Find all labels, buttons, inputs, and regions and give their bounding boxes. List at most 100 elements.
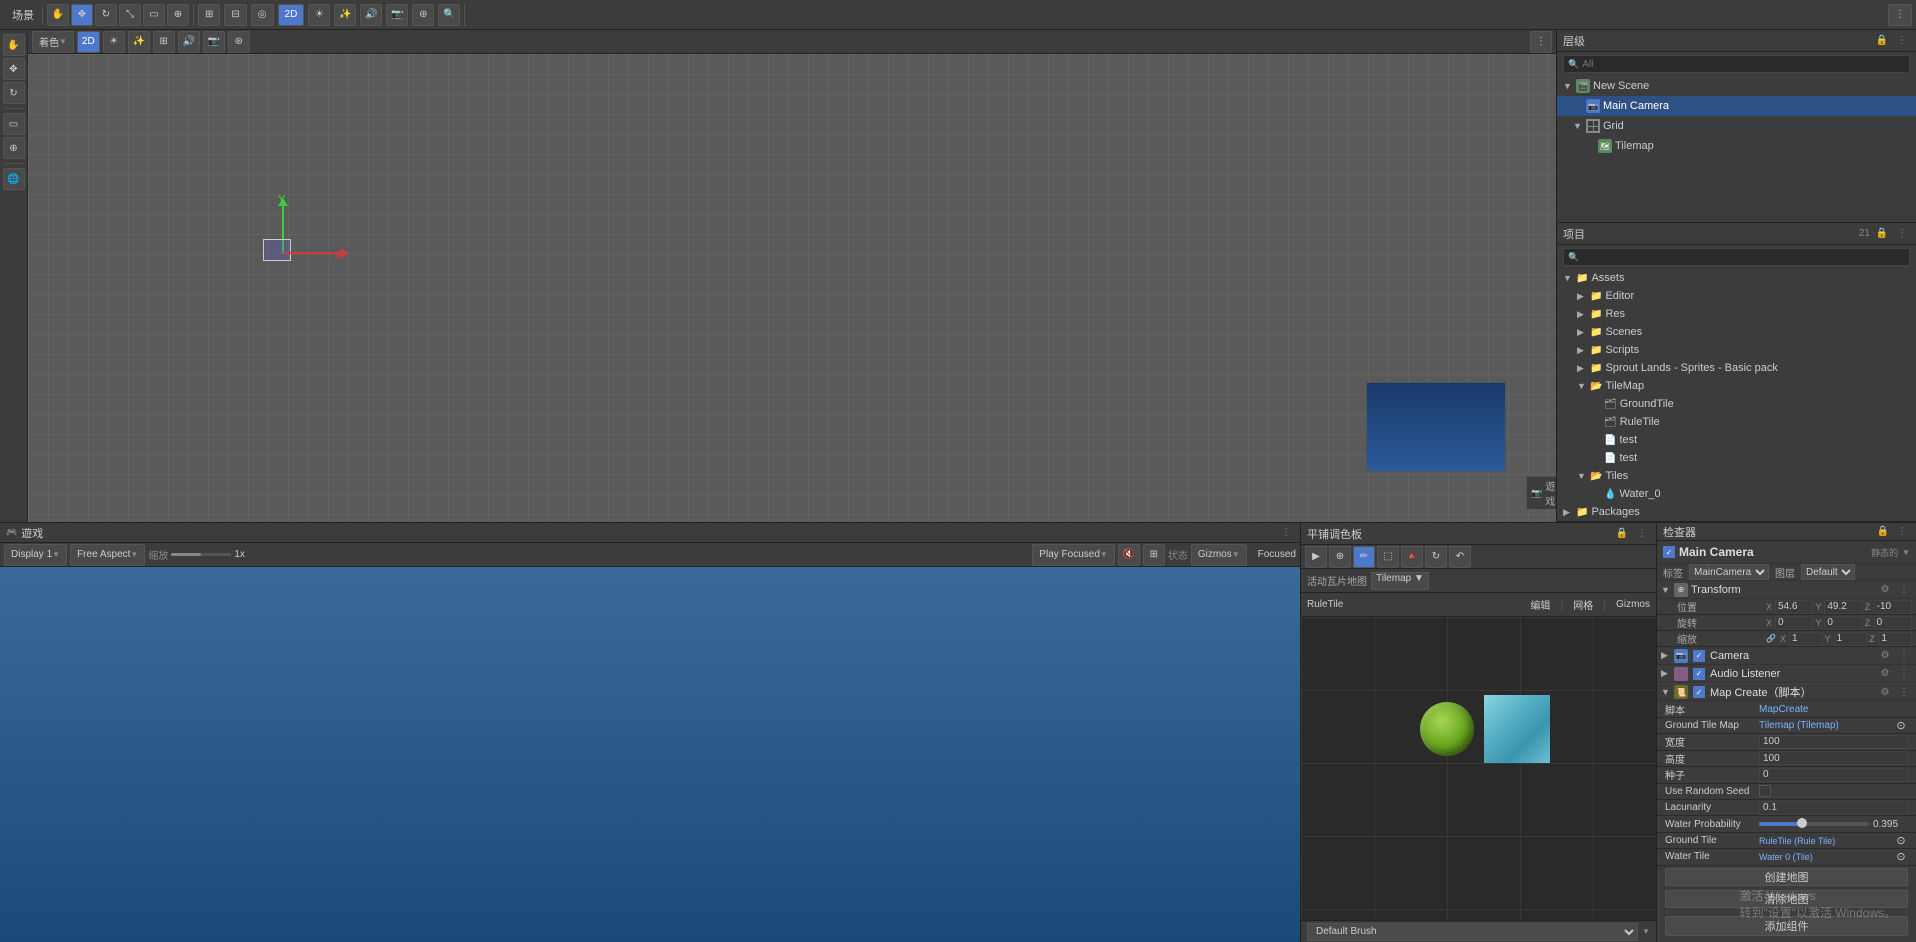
move-tool-btn[interactable]: ✥: [71, 4, 93, 26]
project-test2[interactable]: 📄 test: [1557, 449, 1916, 467]
transform-tool-btn[interactable]: ⊕: [167, 4, 189, 26]
global-tool[interactable]: 🌐: [3, 168, 25, 190]
hand-tool-btn[interactable]: ✋: [47, 4, 69, 26]
game-aspect-dropdown[interactable]: Free Aspect ▼: [70, 544, 145, 566]
project-tiles-folder[interactable]: ▼ 📂 Tiles: [1557, 467, 1916, 485]
project-packages[interactable]: ▶ 📁 Packages: [1557, 503, 1916, 521]
game-mute-btn[interactable]: 🔇: [1118, 544, 1140, 566]
water-tile-value[interactable]: Water 0 (Tile): [1759, 852, 1890, 862]
camera-settings[interactable]: ⚙: [1877, 648, 1893, 664]
grid-btn[interactable]: ⊞: [198, 4, 220, 26]
project-test1[interactable]: 📄 test: [1557, 431, 1916, 449]
pos-z-val[interactable]: -10: [1874, 600, 1912, 614]
hierarchy-new-scene[interactable]: ▼ 🎬 New Scene: [1557, 76, 1916, 96]
project-res[interactable]: ▶ 📁 Res: [1557, 305, 1916, 323]
project-groundtile[interactable]: 🗂 GroundTile: [1557, 395, 1916, 413]
water-probability-slider[interactable]: [1759, 822, 1869, 826]
scale-lock-icon[interactable]: 🔗: [1766, 634, 1776, 643]
map-create-active-checkbox[interactable]: ✓: [1693, 686, 1705, 698]
scene-2d-btn[interactable]: 2D: [77, 31, 100, 53]
game-scale-slider[interactable]: [171, 553, 231, 556]
scene-gizmos-btn[interactable]: ⊛: [228, 31, 250, 53]
layer-select[interactable]: Default: [1801, 564, 1855, 580]
audio-btn[interactable]: 🔊: [360, 4, 382, 26]
pivot-btn[interactable]: ◎: [251, 4, 274, 26]
scene-light-btn[interactable]: ☀: [103, 31, 125, 53]
map-create-settings[interactable]: ⚙: [1877, 684, 1893, 700]
snap-btn[interactable]: ⊟: [224, 4, 246, 26]
water-probability-thumb[interactable]: [1797, 818, 1807, 828]
rot-z-val[interactable]: 0: [1874, 616, 1912, 630]
search-btn[interactable]: 🔍: [438, 4, 460, 26]
tile-palette-lock[interactable]: 🔒: [1614, 526, 1630, 542]
scene-fx-btn[interactable]: ✨: [128, 31, 150, 53]
ground-tile-map-value[interactable]: Tilemap (Tilemap): [1759, 720, 1890, 731]
game-stat-btn[interactable]: ⊞: [1143, 544, 1165, 566]
transform-settings[interactable]: ⚙: [1877, 582, 1893, 598]
gizmos-btn[interactable]: ⊛: [412, 4, 434, 26]
scale-y-val[interactable]: 1: [1834, 632, 1868, 646]
tile-erase-tool[interactable]: ↻: [1425, 546, 1447, 568]
tile-box-tool[interactable]: ⬚: [1377, 546, 1399, 568]
project-sprout[interactable]: ▶ 📁 Sprout Lands - Sprites - Basic pack: [1557, 359, 1916, 377]
rect-tool[interactable]: ▭: [3, 113, 25, 135]
grass-tile-item[interactable]: [1413, 695, 1481, 763]
rotate-tool[interactable]: ↻: [3, 82, 25, 104]
rot-y-val[interactable]: 0: [1824, 616, 1862, 630]
tile-paint-tool[interactable]: ✏: [1353, 546, 1375, 568]
tile-grid-area[interactable]: [1301, 617, 1656, 920]
game-view-content[interactable]: [0, 567, 1300, 942]
rot-x-val[interactable]: 0: [1775, 616, 1813, 630]
hierarchy-main-camera[interactable]: 📷 Main Camera: [1557, 96, 1916, 116]
scale-x-val[interactable]: 1: [1789, 632, 1823, 646]
hierarchy-grid[interactable]: ▼ Grid: [1557, 116, 1916, 136]
clear-map-btn[interactable]: 清除地图: [1665, 890, 1908, 908]
lighting-btn[interactable]: ☀: [308, 4, 330, 26]
project-lock[interactable]: 🔒: [1874, 226, 1890, 242]
tilemap-select[interactable]: Tilemap ▼: [1371, 572, 1429, 590]
project-search-input[interactable]: [1582, 252, 1905, 263]
height-value[interactable]: 100: [1759, 751, 1908, 765]
2d-btn[interactable]: 2D: [278, 4, 305, 26]
move-tool[interactable]: ✥: [3, 58, 25, 80]
ground-tile-value[interactable]: RuleTile (Rule Tile): [1759, 836, 1890, 846]
camera-active-checkbox[interactable]: ✓: [1693, 650, 1705, 662]
script-value[interactable]: MapCreate: [1759, 704, 1908, 715]
game-tab-label[interactable]: 遊戏: [21, 525, 43, 541]
audio-settings[interactable]: ⚙: [1877, 666, 1893, 682]
water-tile-pick[interactable]: ⊙: [1894, 850, 1908, 864]
more-btn[interactable]: ⋮: [1888, 4, 1912, 26]
game-display-dropdown[interactable]: Display 1 ▼: [4, 544, 67, 566]
inspector-lock-icon[interactable]: 🔒: [1876, 525, 1890, 539]
hierarchy-more[interactable]: ⋮: [1894, 33, 1910, 49]
seed-value[interactable]: 0: [1759, 768, 1908, 782]
water-tile-item[interactable]: [1483, 695, 1551, 763]
pos-y-val[interactable]: 49.2: [1824, 600, 1862, 614]
tile-move-tool[interactable]: ⊕: [1329, 546, 1351, 568]
project-ruletile[interactable]: 🗂 RuleTile: [1557, 413, 1916, 431]
project-tilemap-folder[interactable]: ▼ 📂 TileMap: [1557, 377, 1916, 395]
camera-more[interactable]: ⋮: [1896, 648, 1912, 664]
rotate-tool-btn[interactable]: ↻: [95, 4, 117, 26]
audio-more[interactable]: ⋮: [1896, 666, 1912, 682]
edit-label[interactable]: 编辑: [1530, 597, 1550, 612]
static-arrow[interactable]: ▼: [1902, 548, 1910, 557]
hierarchy-tilemap[interactable]: 🗺 Tilemap: [1557, 136, 1916, 156]
project-scenes[interactable]: ▶ 📁 Scenes: [1557, 323, 1916, 341]
fx-btn[interactable]: ✨: [334, 4, 356, 26]
tile-select-tool[interactable]: ▶: [1305, 546, 1327, 568]
tile-pick-tool[interactable]: 🔺: [1401, 546, 1423, 568]
lacunarity-value[interactable]: 0.1: [1759, 801, 1908, 815]
use-random-seed-checkbox[interactable]: [1759, 785, 1771, 797]
project-more[interactable]: ⋮: [1894, 226, 1910, 242]
tile-palette-more[interactable]: ⋮: [1634, 526, 1650, 542]
game-gizmos-dropdown[interactable]: Gizmos ▼: [1191, 544, 1247, 566]
project-scripts[interactable]: ▶ 📁 Scripts: [1557, 341, 1916, 359]
width-value[interactable]: 100: [1759, 735, 1908, 749]
rect-tool-btn[interactable]: ▭: [143, 4, 165, 26]
hierarchy-search-input[interactable]: [1582, 59, 1905, 70]
tag-select[interactable]: MainCamera: [1689, 564, 1769, 580]
scene-view-canvas[interactable]: Y X 📷 遊戏 Main Camera: [28, 54, 1556, 522]
inspector-more[interactable]: ⋮: [1894, 524, 1910, 540]
hand-tool[interactable]: ✋: [3, 34, 25, 56]
